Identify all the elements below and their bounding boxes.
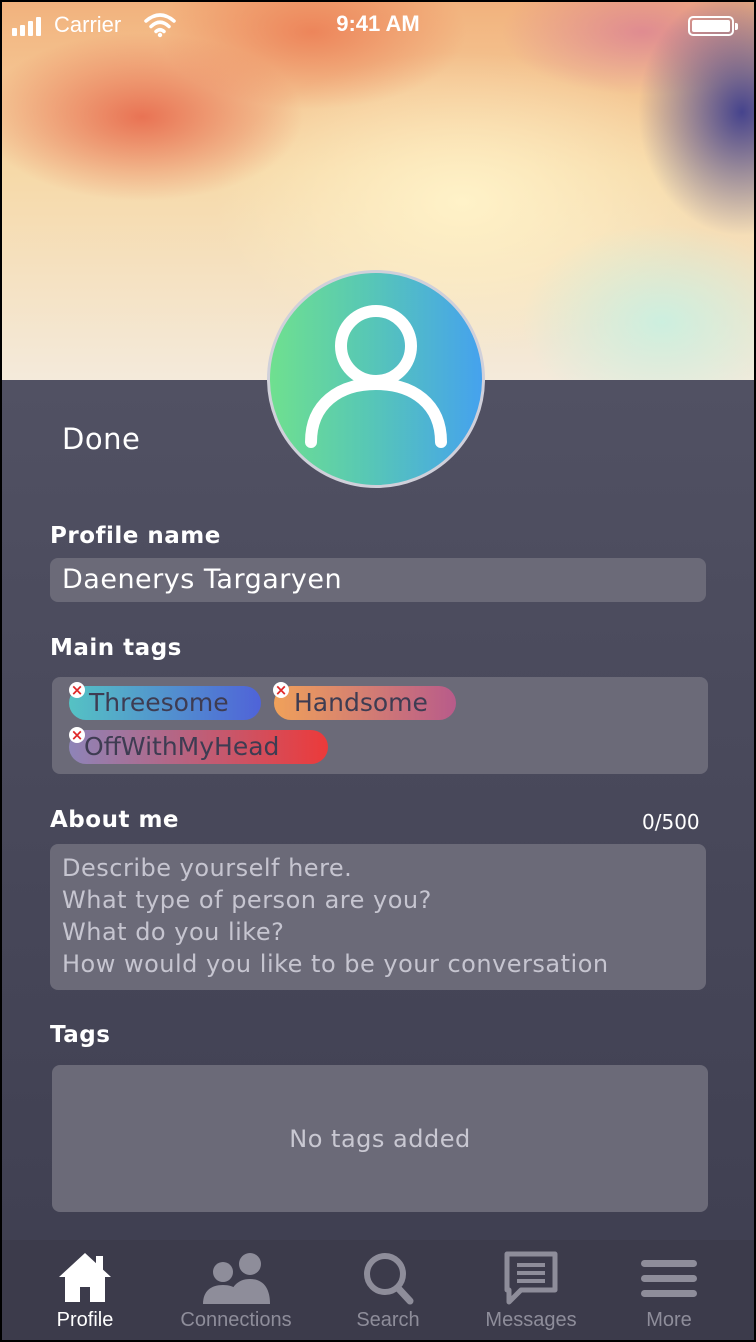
status-bar: Carrier 9:41 AM — [2, 2, 754, 50]
main-tag-label: OffWithMyHead — [84, 732, 280, 761]
remove-x-icon[interactable]: × — [69, 682, 85, 698]
remove-x-icon[interactable]: × — [69, 727, 85, 743]
tab-more[interactable]: More — [594, 1240, 744, 1340]
message-icon — [504, 1251, 558, 1305]
about-me-placeholder-line: Describe yourself here. — [62, 854, 353, 882]
tab-profile[interactable]: Profile — [10, 1240, 160, 1340]
remove-x-icon[interactable]: × — [273, 682, 289, 698]
tab-bar: Profile Connections Search Messages More — [2, 1240, 754, 1340]
home-icon — [59, 1253, 111, 1302]
main-tags-label: Main tags — [50, 635, 182, 661]
status-time: 9:41 AM — [336, 11, 420, 36]
tags-label: Tags — [50, 1022, 111, 1048]
user-icon — [305, 305, 447, 448]
main-tag-chip[interactable]: OffWithMyHead — [69, 730, 328, 764]
tab-messages[interactable]: Messages — [456, 1240, 606, 1340]
people-icon — [203, 1253, 270, 1304]
app-screen: Carrier 9:41 AM Done Profile name Daener… — [2, 2, 754, 1340]
tab-label: Connections — [180, 1309, 292, 1331]
about-me-label: About me — [50, 807, 180, 833]
about-me-char-counter: 0/500 — [642, 810, 700, 834]
tab-label: More — [646, 1309, 692, 1331]
tab-search[interactable]: Search — [313, 1240, 463, 1340]
main-tag-chip[interactable]: Threesome — [69, 686, 261, 720]
about-me-placeholder-line: What do you like? — [62, 918, 285, 946]
main-tag-label: Handsome — [294, 688, 428, 717]
done-button[interactable]: Done — [62, 422, 140, 456]
tags-field[interactable]: No tags added — [52, 1065, 708, 1212]
main-tags-field[interactable]: Threesome × Handsome × OffWithMyHead × — [52, 677, 708, 774]
search-icon — [364, 1253, 414, 1305]
tab-label: Messages — [485, 1309, 577, 1331]
main-tag-label: Threesome — [89, 688, 229, 717]
about-me-textarea[interactable]: Describe yourself here. What type of per… — [50, 844, 706, 990]
about-me-placeholder-line: How would you like to be your conversati… — [62, 950, 609, 978]
menu-icon — [641, 1260, 697, 1297]
tags-empty-text: No tags added — [289, 1124, 471, 1153]
profile-name-input[interactable]: Daenerys Targaryen — [50, 558, 706, 602]
tab-connections[interactable]: Connections — [161, 1240, 311, 1340]
tab-label: Profile — [56, 1309, 114, 1331]
battery-icon — [688, 16, 738, 36]
main-tag-chip[interactable]: Handsome — [274, 686, 456, 720]
profile-name-label: Profile name — [50, 523, 221, 549]
tab-label: Search — [356, 1309, 420, 1331]
about-me-placeholder-line: What type of person are you? — [62, 886, 432, 914]
profile-avatar[interactable] — [267, 270, 485, 488]
